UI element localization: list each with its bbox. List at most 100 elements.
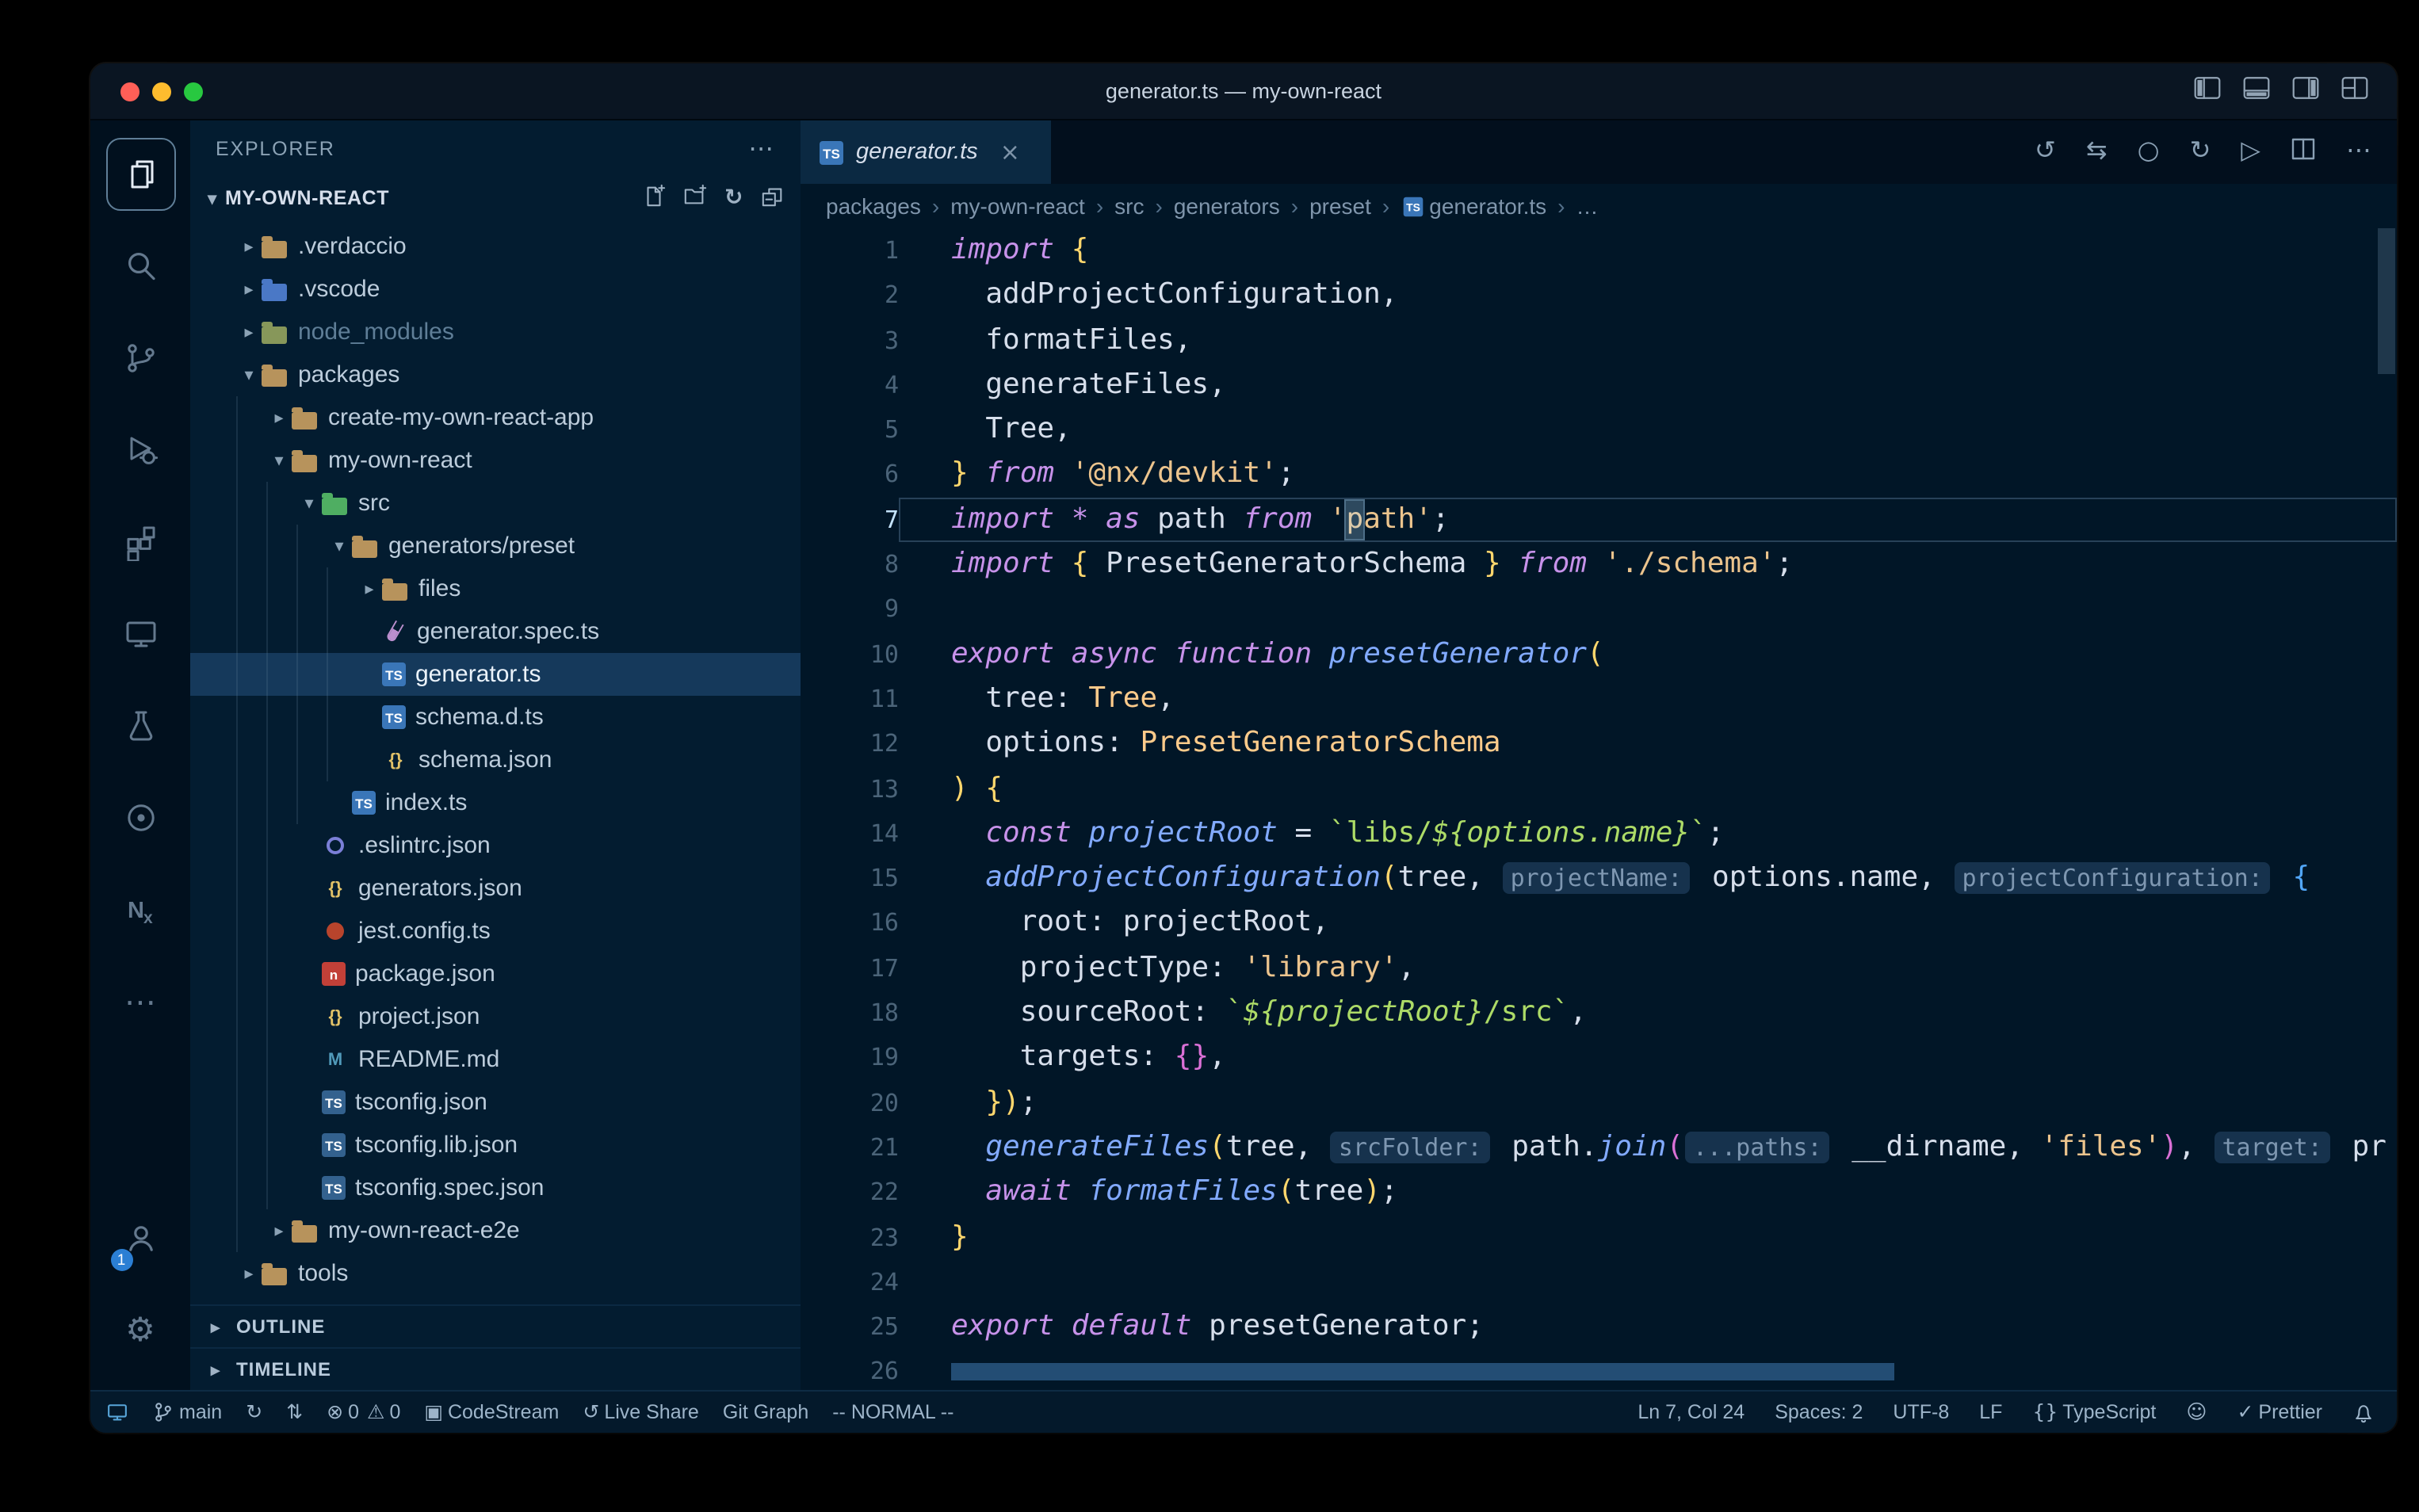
activitybar-codestream[interactable] [101,777,180,859]
breadcrumb-item-packages[interactable]: packages [826,193,921,219]
chevron-down-icon[interactable]: ▾ [236,365,262,385]
line-number[interactable]: 17 [801,946,899,991]
activitybar-search[interactable] [101,225,180,307]
breadcrumb-item-my-own-react[interactable]: my-own-react [950,193,1085,219]
code-line-8[interactable]: 8import { PresetGeneratorSchema } from '… [801,542,2397,587]
tree-item-schema-d-ts[interactable]: TSschema.d.ts [190,696,801,739]
vertical-scrollbar[interactable] [2378,228,2395,374]
tree-item-tsconfig-lib-json[interactable]: TStsconfig.lib.json [190,1124,801,1166]
traffic-light-minimize[interactable] [152,82,171,101]
line-number[interactable]: 16 [801,901,899,946]
tree-item-vscode[interactable]: ▸.vscode [190,268,801,311]
toggle-secondary-sidebar-button[interactable] [2292,75,2319,107]
breadcrumb-item-preset[interactable]: preset [1309,193,1371,219]
tree-item-my-own-react[interactable]: ▾my-own-react [190,439,801,482]
status-vim-mode[interactable]: -- NORMAL -- [832,1401,953,1423]
tree-item-jest-config-ts[interactable]: jest.config.ts [190,910,801,953]
line-number[interactable]: 20 [801,1080,899,1125]
activitybar-explorer[interactable] [101,133,180,216]
run-button[interactable]: ▷ [2241,138,2260,166]
breadcrumb-item-generator-ts[interactable]: TSgenerator.ts [1401,193,1546,219]
chevron-right-icon[interactable]: ▸ [266,407,292,428]
code-line-19[interactable]: 19 targets: {}, [801,1036,2397,1081]
line-number[interactable]: 6 [801,452,899,498]
status-remote-host[interactable] [106,1401,128,1423]
activitybar-source-control[interactable] [101,317,180,399]
code-line-2[interactable]: 2 addProjectConfiguration, [801,273,2397,319]
status-live-share[interactable]: ↺Live Share [583,1401,699,1423]
code-editor[interactable]: 1import {2 addProjectConfiguration,3 for… [801,228,2397,1390]
code-line-10[interactable]: 10export async function presetGenerator( [801,632,2397,677]
line-number[interactable]: 2 [801,273,899,319]
chevron-down-icon[interactable]: ▾ [266,450,292,471]
line-number[interactable]: 3 [801,318,899,363]
code-line-11[interactable]: 11 tree: Tree, [801,677,2397,722]
explorer-section-header[interactable]: ▾ MY-OWN-REACT ↻ [190,176,801,220]
tree-item-readme-md[interactable]: MREADME.md [190,1038,801,1081]
tree-item-generators-preset[interactable]: ▾generators/preset [190,525,801,567]
code-line-5[interactable]: 5 Tree, [801,407,2397,452]
tree-item-tsconfig-spec-json[interactable]: TStsconfig.spec.json [190,1166,801,1209]
code-line-3[interactable]: 3 formatFiles, [801,318,2397,363]
status-git-graph[interactable]: Git Graph [723,1401,808,1423]
traffic-light-zoom[interactable] [184,82,203,101]
line-number[interactable]: 5 [801,407,899,452]
line-number[interactable]: 9 [801,587,899,632]
status-encoding[interactable]: UTF-8 [1893,1401,1949,1423]
tree-item-generators-json[interactable]: {}generators.json [190,867,801,910]
section-timeline[interactable]: ▸TIMELINE [190,1347,801,1390]
code-line-18[interactable]: 18 sourceRoot: `${projectRoot}/src`, [801,991,2397,1036]
code-line-22[interactable]: 22 await formatFiles(tree); [801,1170,2397,1215]
line-number[interactable]: 22 [801,1170,899,1215]
code-line-9[interactable]: 9 [801,587,2397,632]
tree-item-verdaccio[interactable]: ▸.verdaccio [190,225,801,268]
line-number[interactable]: 23 [801,1215,899,1260]
line-number[interactable]: 8 [801,542,899,587]
code-line-24[interactable]: 24 [801,1260,2397,1305]
activitybar-nx-console[interactable]: Nx [101,869,180,951]
sync-view-button[interactable]: ↻ [2190,138,2211,166]
tree-item-generator-spec-ts[interactable]: generator.spec.ts [190,610,801,653]
customize-layout-button[interactable] [2341,75,2368,107]
code-line-7[interactable]: 7import * as path from 'path'; [801,498,2397,543]
code-line-4[interactable]: 4 generateFiles, [801,363,2397,408]
tree-item-schema-json[interactable]: {}schema.json [190,739,801,781]
line-number[interactable]: 15 [801,856,899,901]
code-line-21[interactable]: 21 generateFiles(tree, srcFolder: path.j… [801,1125,2397,1170]
section-outline[interactable]: ▸OUTLINE [190,1304,801,1347]
chevron-right-icon[interactable]: ▸ [236,236,262,257]
code-line-1[interactable]: 1import { [801,228,2397,273]
breadcrumb-item-generators[interactable]: generators [1174,193,1280,219]
activitybar-extensions[interactable] [101,501,180,583]
more-icon[interactable]: ⋯ [748,136,775,161]
status-publish[interactable]: ⇅ [286,1403,303,1422]
status-git-branch[interactable]: main [152,1401,222,1423]
line-number[interactable]: 4 [801,363,899,408]
status-cursor-position[interactable]: Ln 7, Col 24 [1638,1401,1745,1423]
split-editor-button[interactable] [2291,136,2316,169]
new-file-button[interactable] [642,184,666,212]
breadcrumb-item-src[interactable]: src [1114,193,1144,219]
local-history-button[interactable]: ↺ [2035,138,2056,166]
line-number[interactable]: 10 [801,632,899,677]
chevron-right-icon[interactable]: ▸ [266,1220,292,1241]
code-line-20[interactable]: 20 }); [801,1080,2397,1125]
line-number[interactable]: 26 [801,1350,899,1390]
tree-item-index-ts[interactable]: TSindex.ts [190,781,801,824]
status-language-mode[interactable]: {}TypeScript [2032,1401,2156,1423]
close-icon[interactable]: × [1000,140,1020,164]
code-line-25[interactable]: 25export default presetGenerator; [801,1304,2397,1350]
tree-item-package-json[interactable]: npackage.json [190,953,801,995]
activitybar-testing[interactable] [101,685,180,767]
toggle-panel-button[interactable] [2243,75,2270,107]
chevron-right-icon[interactable]: ▸ [236,279,262,300]
activitybar-accounts[interactable]: 1 [101,1197,180,1279]
line-number[interactable]: 24 [801,1260,899,1305]
new-folder-button[interactable] [683,184,707,212]
open-changes-button[interactable]: ⇆ [2086,138,2108,166]
line-number[interactable]: 11 [801,677,899,722]
chevron-right-icon[interactable]: ▸ [357,578,382,599]
status-notifications[interactable] [2352,1400,2375,1424]
line-number[interactable]: 13 [801,766,899,811]
code-line-6[interactable]: 6} from '@nx/devkit'; [801,452,2397,498]
